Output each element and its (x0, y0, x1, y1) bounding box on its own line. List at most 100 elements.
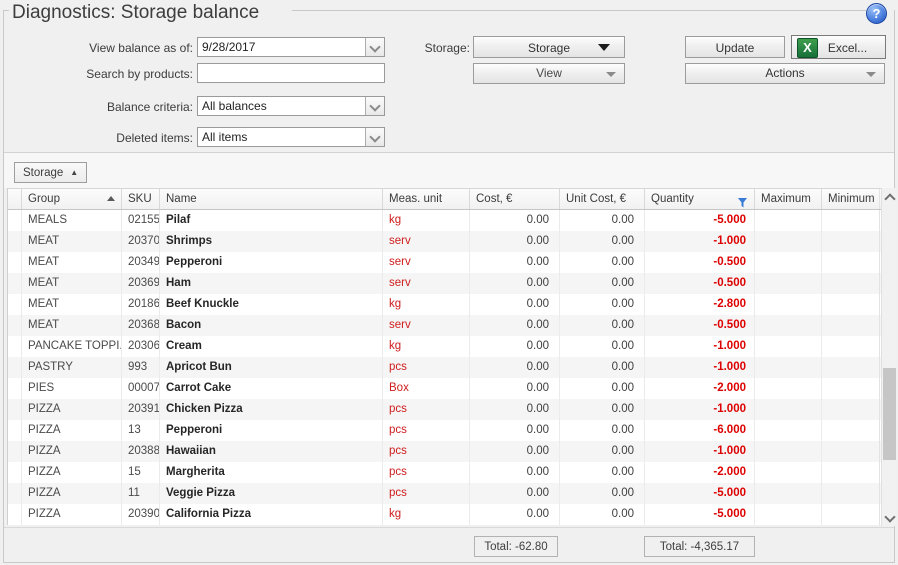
cell-name: Apricot Bun (160, 357, 383, 378)
header-group[interactable]: Group (22, 189, 122, 209)
header-cost[interactable]: Cost, € (470, 189, 560, 209)
cell-quantity: -2.800 (645, 294, 755, 315)
cell-unit: serv (383, 273, 470, 294)
table-row[interactable]: PASTRY993Apricot Bunpcs0.000.00-1.000 (8, 357, 882, 378)
deleted-items-select[interactable]: All items (197, 127, 385, 147)
sort-ascending-icon (107, 196, 115, 201)
table-row[interactable]: PIZZA13Pepperonipcs0.000.00-6.000 (8, 420, 882, 441)
table-row[interactable]: PIES00007Carrot CakeBox0.000.00-2.000 (8, 378, 882, 399)
cell-group: PIZZA (22, 399, 122, 420)
scroll-up-button[interactable] (882, 188, 897, 205)
cell-sku: 20390 (122, 504, 160, 525)
balance-criteria-select[interactable]: All balances (197, 96, 385, 116)
scrollbar-thumb[interactable] (883, 368, 896, 460)
table-row[interactable]: PIZZA20390California Pizzakg0.000.00-5.0… (8, 504, 882, 525)
cell-sku: 20391 (122, 399, 160, 420)
cell-unit_cost: 0.00 (560, 504, 645, 525)
header-sku[interactable]: SKU (122, 189, 160, 209)
group-by-storage-chip[interactable]: Storage▲ (14, 162, 87, 183)
filter-icon[interactable] (738, 195, 747, 209)
cell-group: PIZZA (22, 420, 122, 441)
excel-button[interactable]: X Excel... (791, 35, 886, 59)
up-arrow-icon (884, 193, 895, 204)
cell-minimum (822, 357, 880, 378)
update-button[interactable]: Update (685, 36, 785, 58)
table-row[interactable]: MEAT20368Baconserv0.000.00-0.500 (8, 315, 882, 336)
chevron-down-icon[interactable] (365, 97, 384, 115)
cell-group: PIZZA (22, 504, 122, 525)
view-balance-date-picker[interactable]: 9/28/2017 (197, 37, 385, 57)
table-row[interactable]: MEAT20369Hamserv0.000.00-0.500 (8, 273, 882, 294)
chevron-down-icon[interactable] (365, 38, 384, 56)
cell-name: California Pizza (160, 504, 383, 525)
table-row[interactable]: PIZZA15Margheritapcs0.000.00-2.000 (8, 462, 882, 483)
groupbox-border-top (292, 10, 866, 11)
table-row[interactable]: MEAT20186Beef Knucklekg0.000.00-2.800 (8, 294, 882, 315)
cell-name: Shrimps (160, 231, 383, 252)
row-indicator (8, 315, 22, 336)
group-by-panel: Storage▲ (4, 152, 894, 188)
cell-unit_cost: 0.00 (560, 378, 645, 399)
table-row[interactable]: PANCAKE TOPPI...20306Creamkg0.000.00-1.0… (8, 336, 882, 357)
row-indicator (8, 462, 22, 483)
cell-cost: 0.00 (470, 378, 560, 399)
row-indicator (8, 210, 22, 231)
storage-label: Storage: (385, 41, 470, 55)
header-unit-cost[interactable]: Unit Cost, € (560, 189, 645, 209)
cell-minimum (822, 441, 880, 462)
table-row[interactable]: MEAT20349Pepperoniserv0.000.00-0.500 (8, 252, 882, 273)
deleted-items-label: Deleted items: (8, 131, 193, 145)
cell-quantity: -0.500 (645, 273, 755, 294)
search-label: Search by products: (8, 67, 193, 81)
vertical-scrollbar[interactable] (881, 188, 897, 526)
header-quantity[interactable]: Quantity (645, 189, 755, 209)
actions-dropdown-button[interactable]: Actions (685, 63, 885, 84)
cell-unit: kg (383, 336, 470, 357)
cell-cost: 0.00 (470, 252, 560, 273)
cell-unit_cost: 0.00 (560, 483, 645, 504)
cell-quantity: -1.000 (645, 231, 755, 252)
cell-cost: 0.00 (470, 357, 560, 378)
cell-minimum (822, 420, 880, 441)
update-button-label: Update (716, 38, 755, 58)
cell-minimum (822, 378, 880, 399)
cell-sku: 20369 (122, 273, 160, 294)
scroll-down-button[interactable] (882, 509, 897, 526)
cell-quantity: -5.000 (645, 483, 755, 504)
header-name[interactable]: Name (160, 189, 383, 209)
cell-minimum (822, 294, 880, 315)
cell-unit_cost: 0.00 (560, 231, 645, 252)
header-meas-unit[interactable]: Meas. unit (383, 189, 470, 209)
table-row[interactable]: PIZZA20388Hawaiianpcs0.000.00-1.000 (8, 441, 882, 462)
cell-maximum (755, 462, 822, 483)
table-row[interactable]: PIZZA20391Chicken Pizzapcs0.000.00-1.000 (8, 399, 882, 420)
cell-sku: 15 (122, 462, 160, 483)
cell-minimum (822, 462, 880, 483)
cell-name: Pilaf (160, 210, 383, 231)
view-dropdown-label: View (536, 64, 562, 83)
balance-criteria-label: Balance criteria: (8, 100, 193, 114)
chevron-down-icon[interactable] (365, 128, 384, 146)
view-dropdown-button[interactable]: View (473, 63, 625, 84)
header-minimum[interactable]: Minimum (822, 189, 880, 209)
row-indicator (8, 399, 22, 420)
row-indicator (8, 420, 22, 441)
search-input[interactable] (198, 64, 384, 82)
cell-quantity: -6.000 (645, 420, 755, 441)
cell-unit_cost: 0.00 (560, 210, 645, 231)
cell-unit: kg (383, 504, 470, 525)
table-row[interactable]: MEALS02155Pilafkg0.000.00-5.000 (8, 210, 882, 231)
storage-dropdown-button[interactable]: Storage (473, 36, 625, 58)
table-row[interactable]: PIZZA11Veggie Pizzapcs0.000.00-5.000 (8, 483, 882, 504)
table-row[interactable]: MEAT20370Shrimpsserv0.000.00-1.000 (8, 231, 882, 252)
cell-maximum (755, 336, 822, 357)
header-maximum[interactable]: Maximum (755, 189, 822, 209)
cell-minimum (822, 399, 880, 420)
help-icon[interactable]: ? (866, 3, 887, 24)
cell-unit_cost: 0.00 (560, 462, 645, 483)
cell-unit: pcs (383, 420, 470, 441)
row-indicator (8, 357, 22, 378)
cell-group: MEAT (22, 252, 122, 273)
cell-quantity: -1.000 (645, 441, 755, 462)
cell-name: Veggie Pizza (160, 483, 383, 504)
